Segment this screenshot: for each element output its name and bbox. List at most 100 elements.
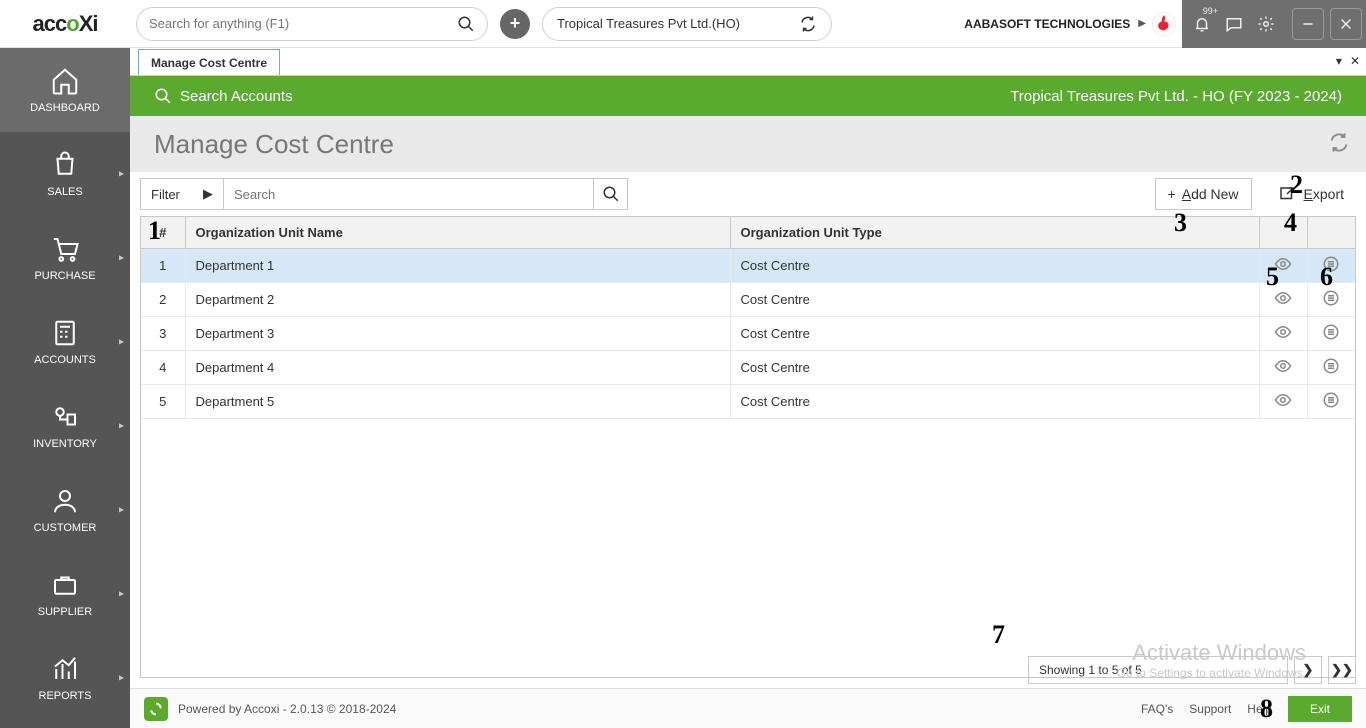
chevron-right-icon: ▸	[119, 589, 124, 600]
help-link[interactable]: Help	[1247, 702, 1272, 716]
sidebar-item-label: ACCOUNTS	[34, 354, 96, 366]
table-search-input[interactable]	[224, 187, 593, 202]
pager: Showing 1 to 5 of 5 ❯ ❯❯	[1028, 656, 1356, 684]
tab-controls: ▾ ✕	[1336, 54, 1360, 68]
chat-icon[interactable]	[1218, 8, 1250, 40]
pager-last-button[interactable]: ❯❯	[1328, 656, 1356, 684]
content: Manage Cost Centre ▾ ✕ Search Accounts T…	[130, 48, 1366, 728]
cell-name: Department 5	[185, 385, 730, 419]
sidebar-item-accounts[interactable]: ACCOUNTS ▸	[0, 300, 130, 384]
refresh-button[interactable]	[1328, 132, 1350, 157]
sidebar-item-label: REPORTS	[39, 690, 92, 702]
sidebar-item-inventory[interactable]: INVENTORY ▸	[0, 384, 130, 468]
company-label: Tropical Treasures Pvt Ltd.(HO)	[557, 16, 740, 31]
pager-next-button[interactable]: ❯	[1294, 656, 1322, 684]
chevron-right-icon: ▶	[1138, 18, 1146, 29]
add-global-button[interactable]: +	[500, 9, 530, 39]
logo-text-2: o	[66, 11, 78, 37]
sidebar-item-customer[interactable]: CUSTOMER ▸	[0, 468, 130, 552]
row-menu-icon[interactable]	[1322, 363, 1340, 378]
cell-type: Cost Centre	[730, 249, 1259, 283]
col-num[interactable]: #	[141, 217, 185, 249]
sidebar-item-label: SUPPLIER	[38, 606, 92, 618]
support-link[interactable]: Support	[1189, 702, 1231, 716]
bell-icon[interactable]: 99+	[1186, 8, 1218, 40]
table-row[interactable]: 1Department 1Cost Centre	[141, 249, 1355, 283]
search-icon	[457, 15, 475, 33]
faq-link[interactable]: FAQ's	[1141, 702, 1173, 716]
tab-close-icon[interactable]: ✕	[1350, 54, 1360, 68]
chevron-right-icon: ▸	[119, 673, 124, 684]
company-selector[interactable]: Tropical Treasures Pvt Ltd.(HO)	[542, 7, 832, 41]
logo: accoXi	[0, 0, 130, 48]
cell-type: Cost Centre	[730, 283, 1259, 317]
search-icon	[154, 87, 172, 105]
row-menu-icon[interactable]	[1322, 397, 1340, 412]
table-row[interactable]: 3Department 3Cost Centre	[141, 317, 1355, 351]
search-accounts-link[interactable]: Search Accounts	[180, 88, 293, 105]
table-row[interactable]: 4Department 4Cost Centre	[141, 351, 1355, 385]
sidebar-item-label: SALES	[47, 186, 82, 198]
view-icon[interactable]	[1274, 329, 1292, 344]
filter-button[interactable]: Filter ▶	[140, 178, 224, 210]
exit-button[interactable]: Exit	[1288, 696, 1352, 722]
topbar-right: AABASOFT TECHNOLOGIES ▶ 99+	[956, 0, 1366, 48]
view-icon[interactable]	[1274, 295, 1292, 310]
topbar: accoXi + Tropical Treasures Pvt Ltd.(HO)…	[0, 0, 1366, 48]
tab-dropdown-icon[interactable]: ▾	[1336, 54, 1342, 68]
table-search-button[interactable]	[594, 178, 628, 210]
cell-num: 1	[141, 249, 185, 283]
greenbar: Search Accounts Tropical Treasures Pvt L…	[130, 76, 1366, 116]
chevron-right-icon: ▸	[119, 505, 124, 516]
export-icon	[1278, 185, 1296, 203]
minimize-button[interactable]	[1292, 8, 1324, 40]
cell-name: Department 2	[185, 283, 730, 317]
refresh-icon	[799, 15, 817, 33]
sidebar-item-reports[interactable]: REPORTS ▸	[0, 636, 130, 720]
row-menu-icon[interactable]	[1322, 295, 1340, 310]
fire-icon[interactable]	[1152, 12, 1176, 36]
footer: Powered by Accoxi - 2.0.13 © 2018-2024 F…	[130, 688, 1366, 728]
sidebar: DASHBOARD SALES ▸ PURCHASE ▸ ACCOUNTS ▸ …	[0, 48, 130, 728]
row-menu-icon[interactable]	[1322, 329, 1340, 344]
global-search[interactable]	[136, 7, 488, 41]
sidebar-item-purchase[interactable]: PURCHASE ▸	[0, 216, 130, 300]
pager-info: Showing 1 to 5 of 5	[1028, 656, 1288, 684]
tab-label: Manage Cost Centre	[151, 56, 267, 70]
cell-num: 4	[141, 351, 185, 385]
col-name[interactable]: Organization Unit Name	[185, 217, 730, 249]
toolbar: Filter ▶ + Add New Export	[130, 172, 1366, 216]
logo-text-3: Xi	[79, 11, 98, 37]
export-label: Export	[1304, 186, 1344, 202]
table-row[interactable]: 2Department 2Cost Centre	[141, 283, 1355, 317]
close-button[interactable]	[1330, 8, 1362, 40]
search-icon	[602, 185, 620, 203]
add-new-button[interactable]: + Add New	[1155, 178, 1252, 210]
global-search-input[interactable]	[149, 16, 457, 31]
cell-name: Department 1	[185, 249, 730, 283]
tab-manage-cost-centre[interactable]: Manage Cost Centre	[138, 49, 280, 75]
view-icon[interactable]	[1274, 363, 1292, 378]
cell-num: 5	[141, 385, 185, 419]
gear-icon[interactable]	[1250, 8, 1282, 40]
table-search[interactable]	[224, 178, 594, 210]
col-actions	[1307, 217, 1355, 249]
view-icon[interactable]	[1274, 261, 1292, 276]
chevron-right-icon: ▸	[119, 169, 124, 180]
title-bar: Manage Cost Centre	[130, 116, 1366, 172]
logo-text-1: acc	[33, 11, 67, 37]
sidebar-item-supplier[interactable]: SUPPLIER ▸	[0, 552, 130, 636]
gray-panel: 99+	[1182, 0, 1366, 48]
row-menu-icon[interactable]	[1322, 261, 1340, 276]
col-type[interactable]: Organization Unit Type	[730, 217, 1259, 249]
user-label[interactable]: AABASOFT TECHNOLOGIES	[956, 17, 1138, 31]
plus-icon: +	[1168, 186, 1176, 202]
sidebar-item-dashboard[interactable]: DASHBOARD	[0, 48, 130, 132]
sidebar-item-label: INVENTORY	[33, 438, 97, 450]
cell-type: Cost Centre	[730, 317, 1259, 351]
view-icon[interactable]	[1274, 397, 1292, 412]
export-button[interactable]: Export	[1266, 178, 1356, 210]
table-row[interactable]: 5Department 5Cost Centre	[141, 385, 1355, 419]
sidebar-item-sales[interactable]: SALES ▸	[0, 132, 130, 216]
col-view	[1259, 217, 1307, 249]
